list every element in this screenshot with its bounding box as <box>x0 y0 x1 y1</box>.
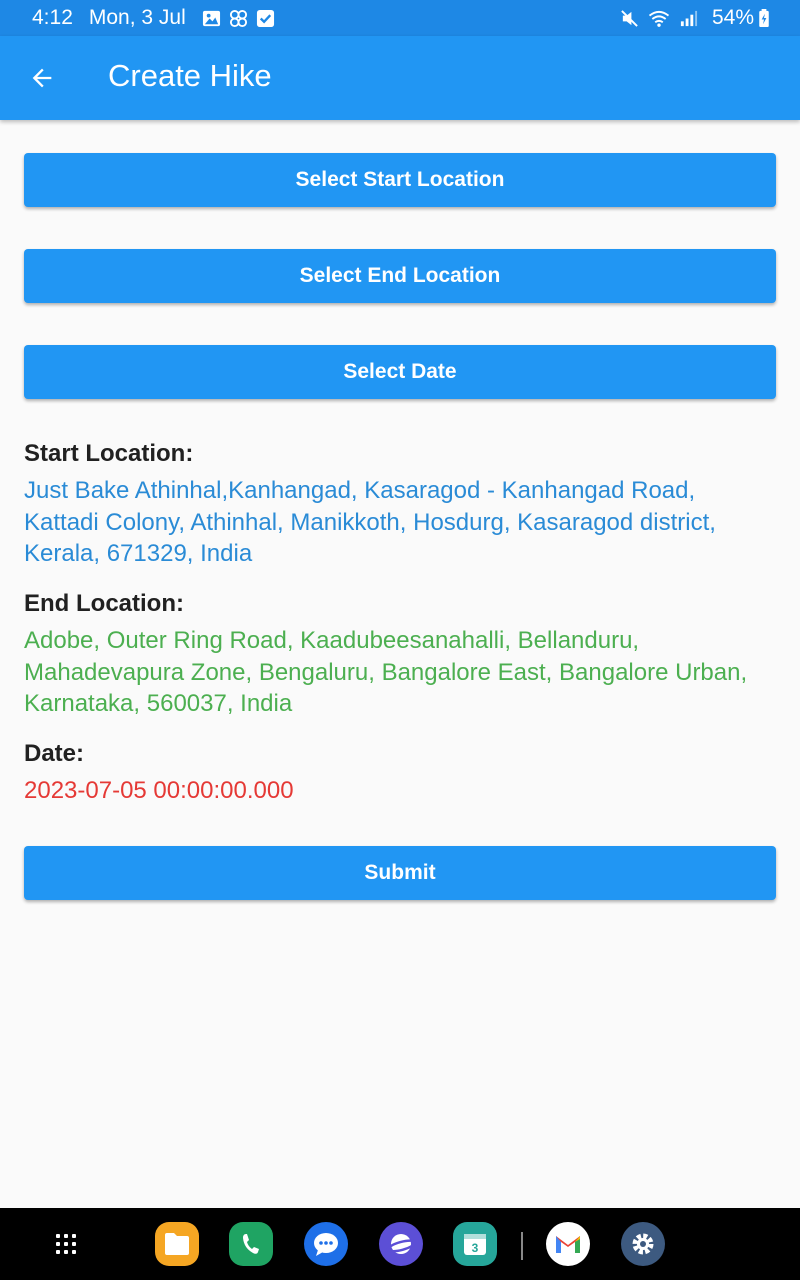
navigation-bar: 3 <box>0 1208 800 1280</box>
gmail-icon[interactable] <box>546 1222 590 1266</box>
status-date: Mon, 3 Jul <box>88 6 186 29</box>
settings-icon[interactable] <box>621 1222 665 1266</box>
app-drawer-grid-icon[interactable] <box>52 1230 80 1258</box>
app-bar: Create Hike <box>0 36 800 120</box>
battery-percent: 54% <box>711 6 754 29</box>
phone-icon[interactable] <box>229 1222 273 1266</box>
date-value: 2023-07-05 00:00:00.000 <box>24 777 294 804</box>
nav-divider <box>521 1232 523 1260</box>
status-bar: 4:12 Mon, 3 Jul 54% <box>0 0 800 36</box>
calendar-icon[interactable]: 3 <box>453 1222 497 1266</box>
date-label: Date: <box>24 740 85 767</box>
gallery-notification-icon <box>202 9 221 28</box>
start-location-label: Start Location: <box>24 440 194 467</box>
battery-charging-icon <box>758 8 770 28</box>
back-button[interactable] <box>20 56 64 100</box>
start-location-value: Just Bake Athinhal,Kanhangad, Kasaragod … <box>24 477 716 567</box>
end-location-label: End Location: <box>24 590 184 617</box>
internet-icon[interactable] <box>379 1222 423 1266</box>
status-time: 4:12 <box>32 6 73 29</box>
select-start-location-button[interactable]: Select Start Location <box>24 153 776 207</box>
svg-text:3: 3 <box>472 1241 479 1255</box>
files-icon[interactable] <box>155 1222 199 1266</box>
wifi-icon <box>647 9 671 28</box>
submit-button[interactable]: Submit <box>24 846 776 900</box>
end-location-value: Adobe, Outer Ring Road, Kaadubeesanahall… <box>24 627 748 717</box>
pinwheel-notification-icon <box>229 9 248 28</box>
page-title: Create Hike <box>108 58 272 93</box>
select-date-button[interactable]: Select Date <box>24 345 776 399</box>
messages-icon[interactable] <box>304 1222 348 1266</box>
checkbox-notification-icon <box>256 9 275 28</box>
mute-icon <box>620 9 639 28</box>
arrow-back-icon <box>32 68 52 88</box>
select-end-location-button[interactable]: Select End Location <box>24 249 776 303</box>
signal-icon <box>679 9 698 28</box>
